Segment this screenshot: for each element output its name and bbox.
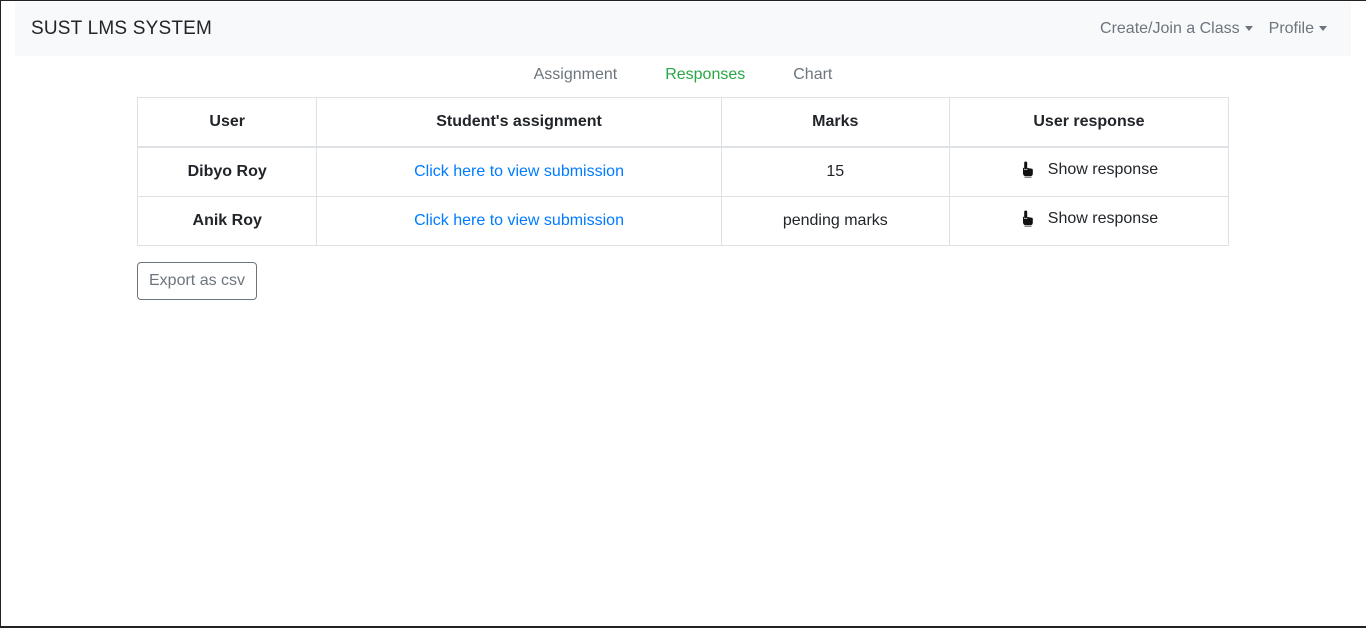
show-response-button[interactable]: Show response [1020, 210, 1158, 228]
marks-value: 15 [720, 146, 950, 197]
profile-dropdown[interactable]: Profile [1269, 20, 1327, 38]
navbar-menus: Create/Join a Class Profile [1100, 20, 1327, 38]
assignment-cell: Click here to view submission [316, 146, 722, 197]
header-marks: Marks [720, 97, 950, 148]
header-user-response: User response [948, 97, 1230, 148]
marks-value: pending marks [720, 196, 950, 246]
view-submission-link[interactable]: Click here to view submission [414, 212, 624, 229]
show-response-label: Show response [1047, 160, 1159, 178]
user-name: Dibyo Roy [136, 146, 318, 197]
caret-down-icon [1319, 25, 1327, 31]
responses-table: User Student's assignment Marks User res… [136, 97, 1230, 246]
hand-pointer-icon [1022, 161, 1033, 178]
header-user: User [136, 97, 318, 148]
create-join-class-dropdown[interactable]: Create/Join a Class [1100, 20, 1253, 38]
profile-label: Profile [1268, 20, 1314, 37]
tab-chart[interactable]: Chart [769, 66, 856, 84]
assignment-tabs: Assignment Responses Chart [0, 66, 1366, 84]
brand-title[interactable]: SUST LMS SYSTEM [31, 18, 212, 40]
user-name: Anik Roy [136, 196, 318, 246]
view-submission-link[interactable]: Click here to view submission [414, 163, 624, 180]
show-response-button[interactable]: Show response [1020, 161, 1158, 179]
export-csv-button[interactable]: Export as csv [137, 262, 258, 300]
hand-pointer-icon [1022, 210, 1033, 227]
show-response-label: Show response [1047, 209, 1159, 227]
caret-down-icon [1244, 25, 1253, 31]
table-header-row: User Student's assignment Marks User res… [136, 97, 1230, 148]
table-row: Dibyo Roy Click here to view submission … [136, 146, 1230, 197]
window-frame [0, 0, 1366, 628]
response-cell: Show response [948, 196, 1230, 246]
top-navbar: SUST LMS SYSTEM Create/Join a Class Prof… [15, 2, 1351, 56]
table-row: Anik Roy Click here to view submission p… [136, 196, 1230, 246]
assignment-cell: Click here to view submission [316, 196, 722, 246]
tab-assignment[interactable]: Assignment [510, 66, 642, 84]
response-cell: Show response [948, 146, 1230, 197]
tab-responses[interactable]: Responses [641, 66, 769, 84]
create-join-class-label: Create/Join a Class [1100, 20, 1240, 37]
header-students-assignment: Student's assignment [316, 97, 722, 148]
